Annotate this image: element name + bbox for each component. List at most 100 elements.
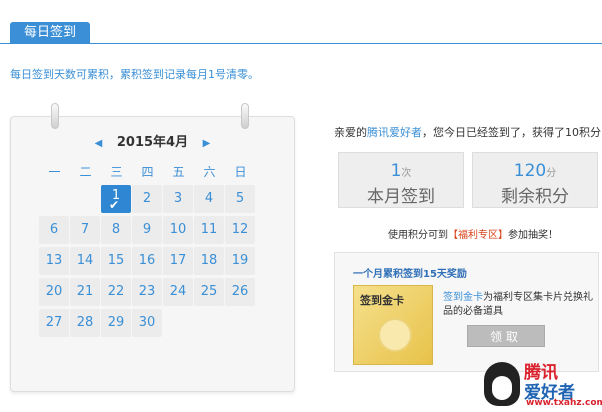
calendar-day[interactable]: 27 — [39, 309, 69, 337]
calendar-day[interactable]: 14 — [70, 247, 100, 275]
calendar-day[interactable]: 9 — [132, 216, 162, 244]
day-number: 4 — [204, 191, 214, 206]
points-stat: 120分 剩余积分 — [472, 152, 598, 208]
calendar-day[interactable]: 30 — [132, 309, 162, 337]
calendar-day-signed[interactable]: 1 ✔ — [101, 185, 131, 213]
sign-notice: 每日签到天数可累积，累积签到记录每月1号清零。 — [10, 68, 259, 81]
redeem-suffix: 参加抽奖！ — [508, 230, 558, 241]
day-number: 30 — [138, 315, 156, 330]
weekday-label: 四 — [141, 165, 154, 179]
day-number: 18 — [200, 253, 218, 268]
weekday-label: 六 — [203, 165, 216, 179]
day-number: 23 — [138, 284, 156, 299]
penguin-logo-icon — [484, 362, 520, 406]
redeem-prefix: 使用积分可到 — [388, 230, 448, 241]
day-number: 26 — [231, 284, 249, 299]
calendar-day[interactable]: 22 — [101, 278, 131, 306]
day-number: 22 — [107, 284, 125, 299]
calendar-day[interactable]: 21 — [70, 278, 100, 306]
checkmark-icon: ✔ — [109, 198, 120, 212]
claim-button[interactable]: 领取 — [467, 325, 545, 347]
day-number: 8 — [111, 222, 121, 237]
welfare-zone-link[interactable]: 【福利专区】 — [448, 230, 508, 241]
day-number: 19 — [231, 253, 249, 268]
day-number: 6 — [49, 222, 59, 237]
day-number: 11 — [200, 222, 218, 237]
calendar-ring-right — [241, 103, 249, 129]
gold-card-link[interactable]: 签到金卡 — [443, 292, 483, 303]
calendar-day[interactable]: 5 — [225, 185, 255, 213]
site-watermark: 腾讯 爱好者 www.txahz.com — [480, 356, 602, 410]
calendar-day[interactable]: 17 — [163, 247, 193, 275]
calendar-day[interactable]: 12 — [225, 216, 255, 244]
weekday-label: 二 — [79, 165, 92, 179]
points-unit: 分 — [546, 168, 557, 179]
calendar-day[interactable]: 18 — [194, 247, 224, 275]
day-number: 5 — [235, 191, 245, 206]
day-number: 12 — [231, 222, 249, 237]
calendar-day[interactable]: 29 — [101, 309, 131, 337]
tab-daily-sign[interactable]: 每日签到 — [10, 22, 90, 44]
month-sign-unit: 次 — [401, 168, 412, 179]
calendar-day[interactable]: 13 — [39, 247, 69, 275]
calendar-day[interactable]: 28 — [70, 309, 100, 337]
day-number: 25 — [200, 284, 218, 299]
reward-title: 一个月累积签到15天奖励 — [353, 269, 467, 280]
calendar-day[interactable]: 11 — [194, 216, 224, 244]
day-number: 14 — [76, 253, 94, 268]
weekday-label: 五 — [172, 165, 185, 179]
calendar-day[interactable]: 24 — [163, 278, 193, 306]
weekday-label: 三 — [110, 165, 123, 179]
day-number: 9 — [142, 222, 152, 237]
calendar-day[interactable]: 26 — [225, 278, 255, 306]
user-name-link[interactable]: 腾讯爱好者 — [367, 126, 422, 139]
month-sign-stat: 1次 本月签到 — [338, 152, 464, 208]
month-label: 2015年4月 — [116, 135, 189, 150]
qq-logo-icon — [378, 318, 412, 352]
weekday-label: 一 — [48, 165, 61, 179]
day-number: 17 — [169, 253, 187, 268]
gold-card-label: 签到金卡 — [360, 294, 404, 307]
day-number: 27 — [45, 315, 63, 330]
month-sign-label: 本月签到 — [367, 187, 435, 207]
day-number: 21 — [76, 284, 94, 299]
redeem-hint: 使用积分可到【福利专区】参加抽奖！ — [388, 226, 558, 241]
day-number: 28 — [76, 315, 94, 330]
triangle-left-icon[interactable]: ◀ — [95, 138, 103, 149]
gold-card-image: 签到金卡 — [353, 285, 433, 365]
weekday-label: 日 — [234, 165, 247, 179]
calendar-day[interactable]: 4 — [194, 185, 224, 213]
calendar-day[interactable]: 10 — [163, 216, 193, 244]
day-number: 7 — [80, 222, 90, 237]
greeting-suffix: ，您今日已经签到了，获得了10积分! — [422, 126, 602, 139]
watermark-url: www.txahz.com — [526, 398, 602, 408]
day-number: 10 — [169, 222, 187, 237]
calendar-day[interactable]: 3 — [163, 185, 193, 213]
day-number: 16 — [138, 253, 156, 268]
calendar-day[interactable]: 6 — [39, 216, 69, 244]
reward-panel: 一个月累积签到15天奖励 签到金卡 签到金卡为福利专区集卡片兑换礼品的必备道具 … — [334, 252, 599, 372]
day-number: 29 — [107, 315, 125, 330]
calendar-day[interactable]: 7 — [70, 216, 100, 244]
top-bar: 每日签到 — [0, 22, 602, 44]
calendar-day[interactable]: 25 — [194, 278, 224, 306]
calendar-day[interactable]: 23 — [132, 278, 162, 306]
calendar-ring-left — [51, 103, 59, 129]
day-number: 20 — [45, 284, 63, 299]
calendar-day[interactable]: 16 — [132, 247, 162, 275]
calendar: ◀ 2015年4月 ▶ 一二三四五六日 1 ✔ 2 3 4 5 6 7 8 9 10 11 12 13 14… — [10, 103, 295, 392]
points-label: 剩余积分 — [501, 187, 569, 207]
reward-description: 签到金卡为福利专区集卡片兑换礼品的必备道具 — [443, 291, 593, 319]
calendar-day[interactable]: 8 — [101, 216, 131, 244]
day-number: 13 — [45, 253, 63, 268]
calendar-day[interactable]: 2 — [132, 185, 162, 213]
greeting-prefix: 亲爱的 — [334, 126, 367, 139]
calendar-day[interactable]: 20 — [39, 278, 69, 306]
triangle-right-icon[interactable]: ▶ — [203, 138, 211, 149]
greeting: 亲爱的腾讯爱好者，您今日已经签到了，获得了10积分! — [334, 124, 602, 140]
day-number: 15 — [107, 253, 125, 268]
points-count: 120 — [513, 161, 547, 181]
day-number: 2 — [142, 191, 152, 206]
calendar-day[interactable]: 15 — [101, 247, 131, 275]
calendar-day[interactable]: 19 — [225, 247, 255, 275]
